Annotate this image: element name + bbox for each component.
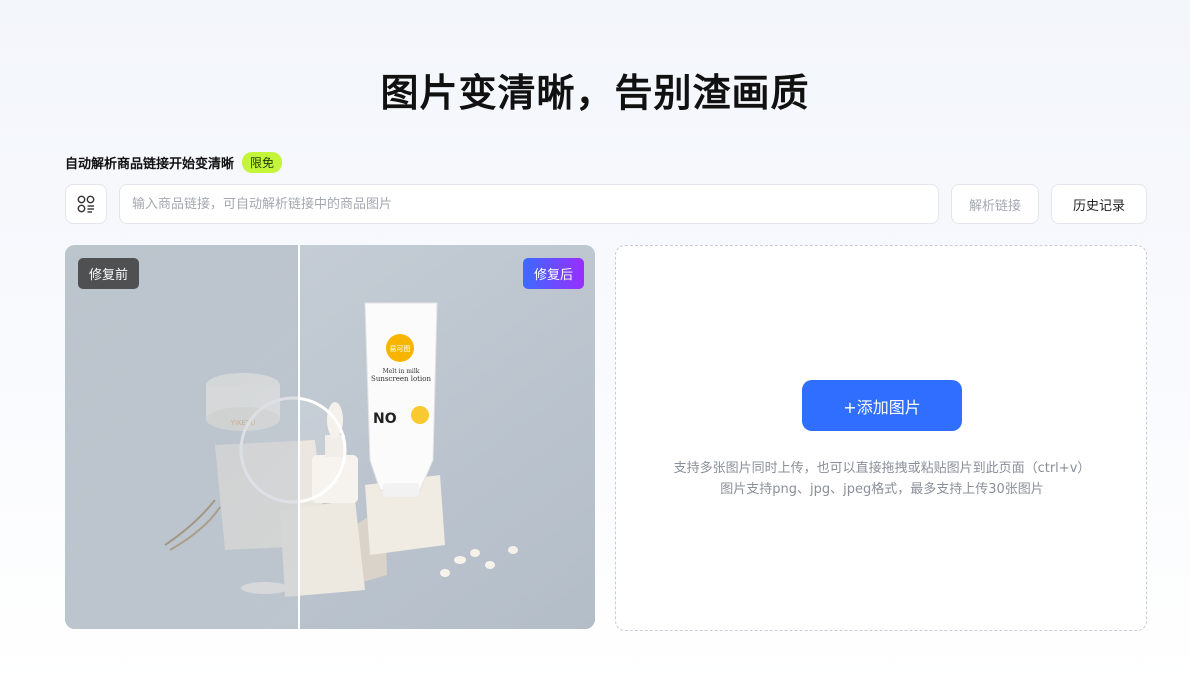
link-section-label: 自动解析商品链接开始变清晰 限免: [65, 152, 283, 173]
free-badge: 限免: [242, 152, 283, 173]
tube-text-1: Melt in milk: [383, 368, 420, 375]
add-image-button[interactable]: +添加图片: [802, 380, 962, 431]
history-button[interactable]: 历史记录: [1051, 184, 1147, 224]
parse-link-button[interactable]: 解析链接: [951, 184, 1039, 224]
product-link-input[interactable]: [119, 184, 939, 224]
compare-slider-handle[interactable]: [298, 245, 300, 629]
before-tag: 修复前: [78, 258, 140, 289]
link-input-row: 解析链接 历史记录: [65, 184, 1147, 224]
scan-button[interactable]: [65, 184, 107, 224]
before-after-compare[interactable]: 易可图 Melt in milk Sunscreen lotion NO YIK…: [65, 245, 595, 629]
page-title: 图片变清晰，告别渣画质: [380, 71, 810, 115]
upload-dropzone[interactable]: +添加图片 支持多张图片同时上传，也可以直接拖拽或粘贴图片到此页面（ctrl+v…: [615, 245, 1147, 631]
after-tag: 修复后: [522, 258, 584, 289]
before-overlay: [65, 245, 299, 629]
tube-no-badge: NO: [373, 411, 397, 427]
link-section-title: 自动解析商品链接开始变清晰: [65, 157, 235, 172]
apps-scan-icon: [77, 195, 95, 213]
upload-hint-line-1: 支持多张图片同时上传，也可以直接拖拽或粘贴图片到此页面（ctrl+v）: [673, 461, 1091, 476]
upload-hint-line-2: 图片支持png、jpg、jpeg格式，最多支持上传30张图片: [720, 482, 1044, 497]
tube-logo-text: 易可图: [390, 345, 411, 353]
upload-hint: 支持多张图片同时上传，也可以直接拖拽或粘贴图片到此页面（ctrl+v） 图片支持…: [616, 458, 1148, 500]
tube-text-2: Sunscreen lotion: [371, 375, 431, 383]
